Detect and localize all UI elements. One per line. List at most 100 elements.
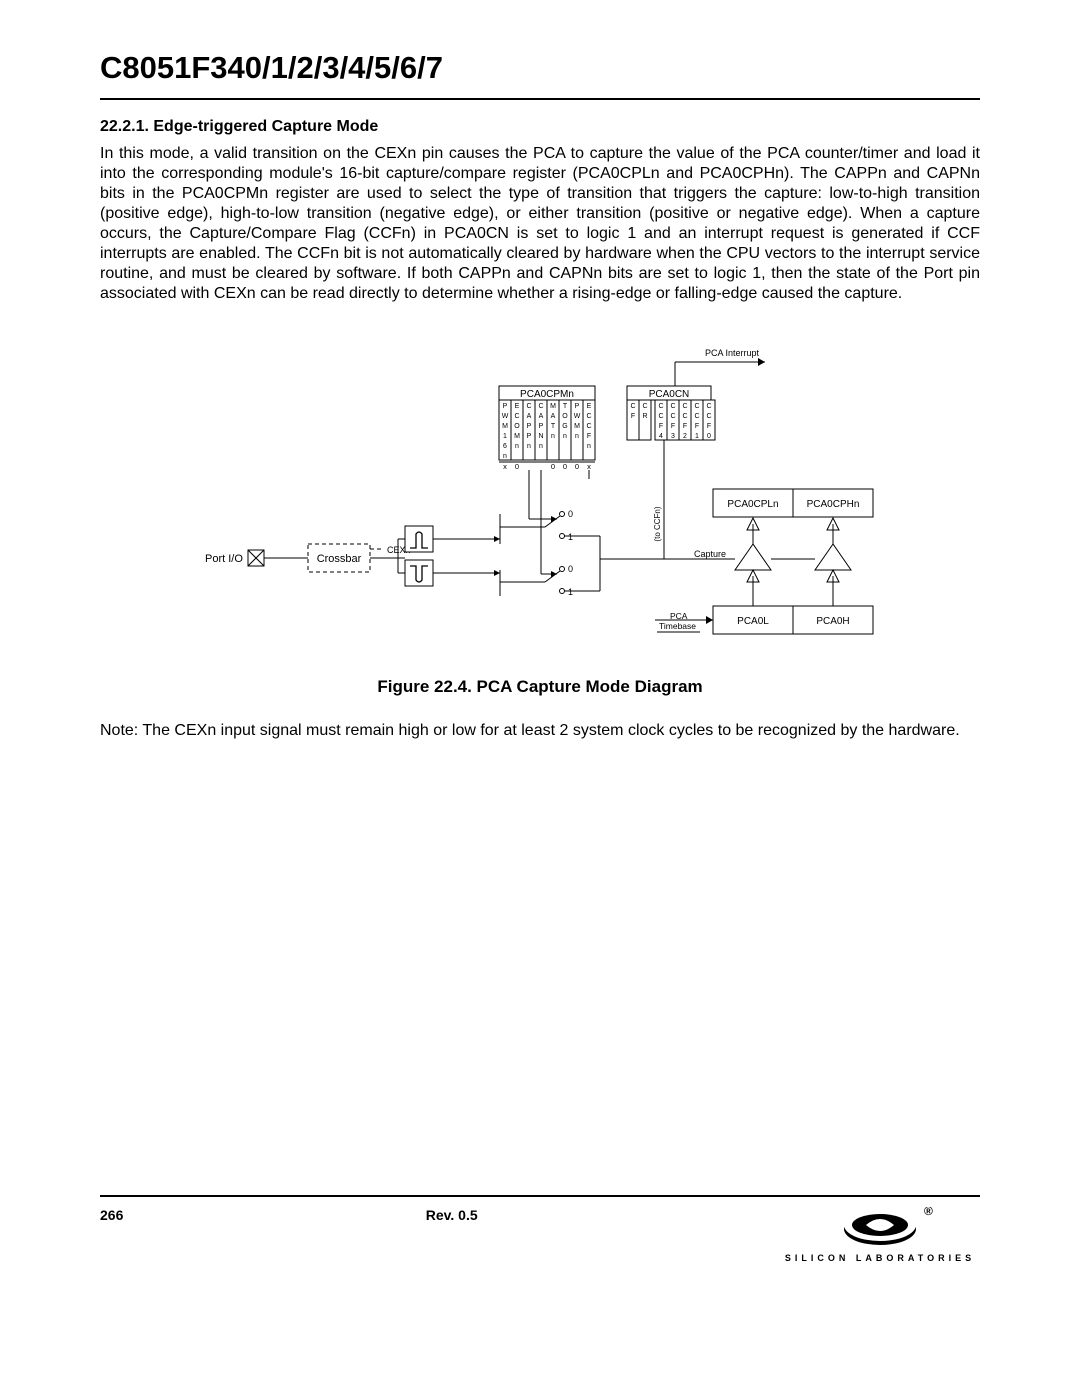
pca-interrupt-label: PCA Interrupt [705,348,760,358]
svg-text:C: C [586,413,591,420]
rising-edge-detector [405,526,433,552]
svg-text:M: M [550,403,556,410]
svg-text:C: C [630,403,635,410]
svg-text:C: C [526,403,531,410]
svg-text:0: 0 [568,509,573,519]
svg-text:C: C [694,403,699,410]
svg-text:n: n [503,453,507,460]
svg-text:0: 0 [515,462,519,471]
svg-text:Crossbar: Crossbar [317,553,362,565]
svg-text:P: P [575,403,580,410]
svg-text:1: 1 [503,433,507,440]
port-io-label: Port I/O [205,553,243,565]
svg-text:T: T [563,403,568,410]
svg-text:2: 2 [683,433,687,440]
svg-text:N: N [538,433,543,440]
svg-text:F: F [659,423,663,430]
svg-text:F: F [695,423,699,430]
svg-text:0: 0 [575,462,579,471]
svg-text:0: 0 [568,564,573,574]
svg-text:PCA0CN: PCA0CN [649,389,690,400]
svg-text:C: C [658,413,663,420]
svg-text:W: W [574,413,581,420]
svg-text:C: C [682,413,687,420]
switch-capn: 0 1 [433,564,600,597]
svg-text:0: 0 [551,462,555,471]
svg-text:W: W [502,413,509,420]
svg-text:R: R [642,413,647,420]
svg-text:PCA0CPHn: PCA0CPHn [807,499,860,510]
svg-text:n: n [539,443,543,450]
footer-rule [100,1195,980,1197]
svg-text:4: 4 [659,433,663,440]
svg-text:n: n [563,433,567,440]
svg-text:C: C [538,403,543,410]
page-footer: 266 Rev. 0.5 ® SILICON LABORATORIES [100,1195,980,1270]
note-text: Note: The CEXn input signal must remain … [100,721,980,741]
figure: PCA Interrupt PCA0CPMn PWM16nECOMnCAPPnC… [100,344,980,659]
svg-text:1: 1 [568,587,573,597]
company-logo: ® SILICON LABORATORIES [780,1207,980,1270]
svg-text:E: E [515,403,520,410]
svg-text:C: C [658,403,663,410]
svg-text:PCA0L: PCA0L [737,616,769,627]
svg-text:n: n [575,433,579,440]
svg-text:G: G [562,423,567,430]
svg-text:A: A [551,413,556,420]
svg-text:®: ® [924,1207,933,1218]
svg-text:C: C [514,413,519,420]
svg-text:1: 1 [695,433,699,440]
revision-label: Rev. 0.5 [123,1207,780,1223]
svg-text:C: C [706,403,711,410]
svg-text:PCA0CPMn: PCA0CPMn [520,389,574,400]
svg-text:F: F [631,413,635,420]
svg-text:F: F [683,423,687,430]
svg-text:C: C [586,423,591,430]
pca0cpmn-register: PCA0CPMn PWM16nECOMnCAPPnCAPNnMATnTOGnPW… [499,386,595,471]
svg-text:P: P [527,423,532,430]
svg-text:n: n [515,443,519,450]
svg-text:M: M [502,423,508,430]
falling-edge-detector [405,560,433,586]
header-rule [100,98,980,100]
svg-text:A: A [527,413,532,420]
svg-text:P: P [527,433,532,440]
svg-text:F: F [707,423,711,430]
switch-capp: 0 1 [433,509,600,544]
svg-text:C: C [670,413,675,420]
svg-text:C: C [682,403,687,410]
svg-text:T: T [551,423,556,430]
figure-caption: Figure 22.4. PCA Capture Mode Diagram [100,677,980,697]
svg-text:C: C [694,413,699,420]
svg-text:SILICON LABORATORIES: SILICON LABORATORIES [785,1253,975,1263]
svg-text:F: F [587,433,591,440]
svg-text:M: M [574,423,580,430]
svg-text:n: n [527,443,531,450]
svg-text:E: E [587,403,592,410]
svg-text:C: C [706,413,711,420]
svg-text:P: P [539,423,544,430]
svg-text:PCA0H: PCA0H [816,616,849,627]
capture-triangle-h [815,544,851,570]
svg-text:0: 0 [707,433,711,440]
svg-text:P: P [503,403,508,410]
section-heading: 22.2.1. Edge-triggered Capture Mode [100,118,980,136]
svg-text:n: n [551,433,555,440]
pca-capture-diagram: PCA Interrupt PCA0CPMn PWM16nECOMnCAPPnC… [170,344,910,654]
svg-text:C: C [642,403,647,410]
pca-timebase-label-l2: Timebase [659,621,696,631]
svg-text:C: C [670,403,675,410]
document-title: C8051F340/1/2/3/4/5/6/7 [100,50,980,86]
svg-text:M: M [514,433,520,440]
svg-text:x: x [587,462,591,471]
svg-text:1: 1 [568,532,573,542]
to-ccfn-label: (to CCFn) [653,506,662,541]
svg-text:3: 3 [671,433,675,440]
capture-label: Capture [694,549,726,559]
svg-text:O: O [514,423,520,430]
svg-text:6: 6 [503,443,507,450]
svg-text:0: 0 [563,462,567,471]
capture-triangle-l [735,544,771,570]
svg-text:O: O [562,413,568,420]
svg-text:n: n [587,443,591,450]
